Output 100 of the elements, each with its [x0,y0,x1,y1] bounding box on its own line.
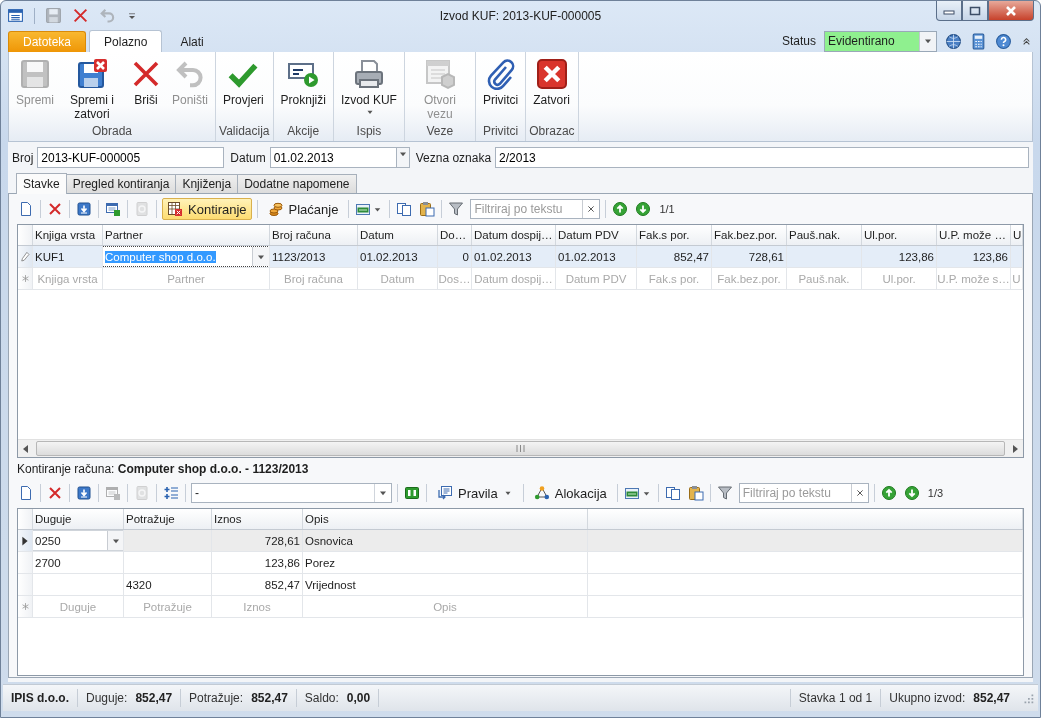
field-label: Vezna oznaka [415,150,492,165]
text-field[interactable]: 2/2013 [495,147,1029,168]
total-value: 852,47 [135,691,173,705]
close-icon[interactable] [1004,4,1018,17]
column-header[interactable]: Ul.por. [862,225,937,245]
copy-icon[interactable] [664,485,681,501]
asterisk-icon [19,601,31,612]
ribbon-button[interactable]: Proknjiži [276,56,330,124]
table-cell: 01.02.2013 [358,246,438,267]
group-label: Privitci [481,124,520,140]
ribbon-button[interactable]: Izvod KUF [336,56,401,124]
table-cell: 01.02.2013 [556,246,637,267]
column-header[interactable]: Partner [103,225,270,245]
tab[interactable]: Dodatne napomene [237,174,357,193]
list-icon[interactable] [7,7,24,24]
column-header[interactable]: Broj računa [270,225,358,245]
help-icon[interactable] [995,32,1012,50]
ribbon-button[interactable]: Provjeri [219,56,268,124]
coins-icon [267,201,284,217]
arrow-right-icon[interactable] [1011,444,1019,453]
columns-icon[interactable] [404,485,420,501]
status-label: Status [781,34,816,48]
ribbon-button[interactable]: Briši [126,56,166,124]
tab[interactable]: Knjiženja [175,174,239,193]
combo-field[interactable]: - [191,483,392,503]
spreadsheet-icon[interactable] [623,485,640,501]
table-row[interactable]: 2700 123,86 Porez [18,552,1023,574]
tab[interactable]: Pregled kontiranja [65,174,177,193]
column-header[interactable]: Datum PDV [556,225,637,245]
table-cell: Osnovica [303,530,588,551]
column-header[interactable]: U [1011,225,1023,245]
table-cell: 0 [438,246,472,267]
toolbar-button[interactable]: Plaćanje [262,198,344,220]
list-plus-icon[interactable] [163,485,179,501]
ribbon-button[interactable]: Zatvori [529,56,574,124]
page-icon[interactable] [18,201,34,217]
ribbon-button[interactable]: Privitci [478,56,523,124]
toolbar-button[interactable]: Alokacija [528,482,612,504]
grip-icon[interactable] [516,445,525,452]
maximize-icon[interactable] [969,5,981,16]
filter-field[interactable]: Filtriraj po tekstu [470,199,601,219]
table-icon[interactable] [105,201,121,217]
toolbar-button[interactable]: Pravila [432,482,518,504]
copy-icon[interactable] [396,201,413,217]
delete-icon[interactable] [47,201,63,217]
tab[interactable]: Stavke [16,173,67,194]
arrow-left-icon[interactable] [22,444,30,453]
column-header[interactable]: U.P. može … [937,225,1011,245]
paste-icon[interactable] [419,201,436,217]
arrow-up-icon[interactable] [880,485,897,501]
spreadsheet-icon[interactable] [355,201,372,217]
status-combo[interactable]: Evidentirano [824,30,937,52]
close-icon [535,58,568,90]
table-row[interactable]: 0250 728,61 Osnovica [18,530,1023,552]
close-button[interactable] [988,1,1034,21]
arrow-down-icon[interactable] [903,485,920,501]
group-label: Ispis [355,124,383,140]
text-field[interactable]: 2013-KUF-000005 [37,147,225,168]
nodes-icon [533,485,550,501]
filter-icon[interactable] [716,485,733,501]
column-header[interactable]: Do… [438,225,472,245]
delete-icon[interactable] [47,485,63,501]
arrow-down-icon[interactable] [76,485,92,501]
date-field[interactable]: 01.02.2013 [269,147,396,168]
filter-field[interactable]: Filtriraj po tekstu [738,483,869,503]
ribbon-tab[interactable]: Polazno [89,30,163,52]
column-header[interactable]: Datum [358,225,438,245]
table-row[interactable]: 4320 852,47 Vrijednost [18,574,1023,596]
scrollbar[interactable] [18,439,1023,457]
column-header[interactable]: Duguje [33,509,124,529]
globe-icon[interactable] [945,32,962,50]
arrow-down-icon[interactable] [635,201,652,217]
row-header[interactable] [18,530,33,551]
column-header[interactable]: Iznos [212,509,303,529]
calculator-icon[interactable] [970,32,987,50]
minimize-button[interactable] [936,1,962,21]
arrow-up-icon[interactable] [612,201,629,217]
dropdown-button[interactable] [395,147,410,168]
delete-icon[interactable] [72,7,89,24]
ribbon-button[interactable]: Spremi i zatvori [60,56,124,124]
window-icon [423,58,456,90]
page-icon[interactable] [18,485,34,501]
maximize-button[interactable] [962,1,988,21]
column-header[interactable]: Fak.bez.por. [712,225,787,245]
arrow-down-icon[interactable] [76,201,92,217]
column-header[interactable]: Opis [303,509,588,529]
column-header[interactable]: Fak.s por. [637,225,712,245]
column-header[interactable]: Datum dospij… [472,225,556,245]
total-value: 852,47 [973,691,1010,705]
paste-icon[interactable] [687,485,704,501]
total-label: Potražuje: [189,691,244,705]
combo-field[interactable]: 0250 [33,530,123,551]
filter-icon[interactable] [448,201,465,217]
column-header[interactable]: Potražuje [124,509,212,529]
caption-text: Kontiranje računa: Computer shop d.o.o. - 1123/2013 [17,461,310,478]
ribbon-tab[interactable]: Alati [165,31,219,52]
group-label: Akcije [286,124,321,140]
column-header[interactable]: Knjiga vrsta [33,225,103,245]
toolbar-button[interactable]: Kontiranje [162,198,252,220]
column-header[interactable]: Pauš.nak. [787,225,862,245]
